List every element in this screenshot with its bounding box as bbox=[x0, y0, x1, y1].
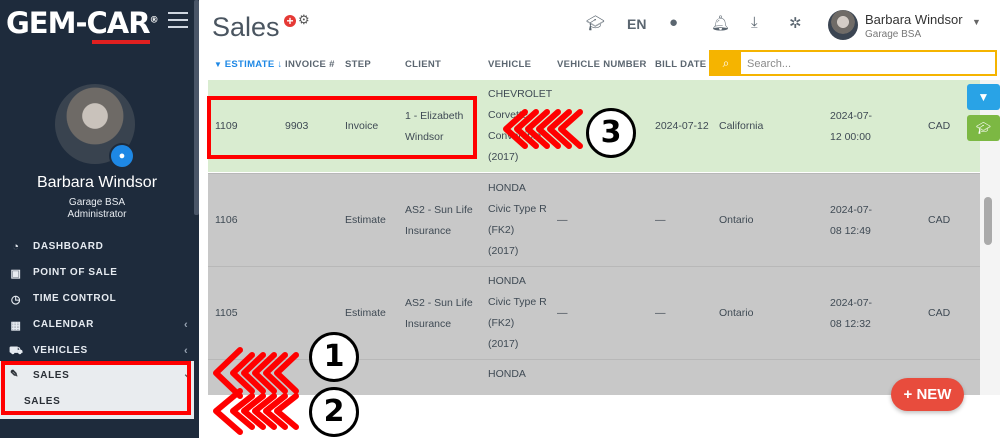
arrow-1 bbox=[213, 347, 299, 399]
callout-2: 2 bbox=[309, 387, 359, 437]
arrow-3 bbox=[503, 109, 583, 149]
callout-3: 3 bbox=[586, 108, 636, 158]
annotation-arrows bbox=[213, 109, 583, 435]
arrow-2 bbox=[213, 388, 299, 435]
callout-1: 1 bbox=[309, 332, 359, 382]
